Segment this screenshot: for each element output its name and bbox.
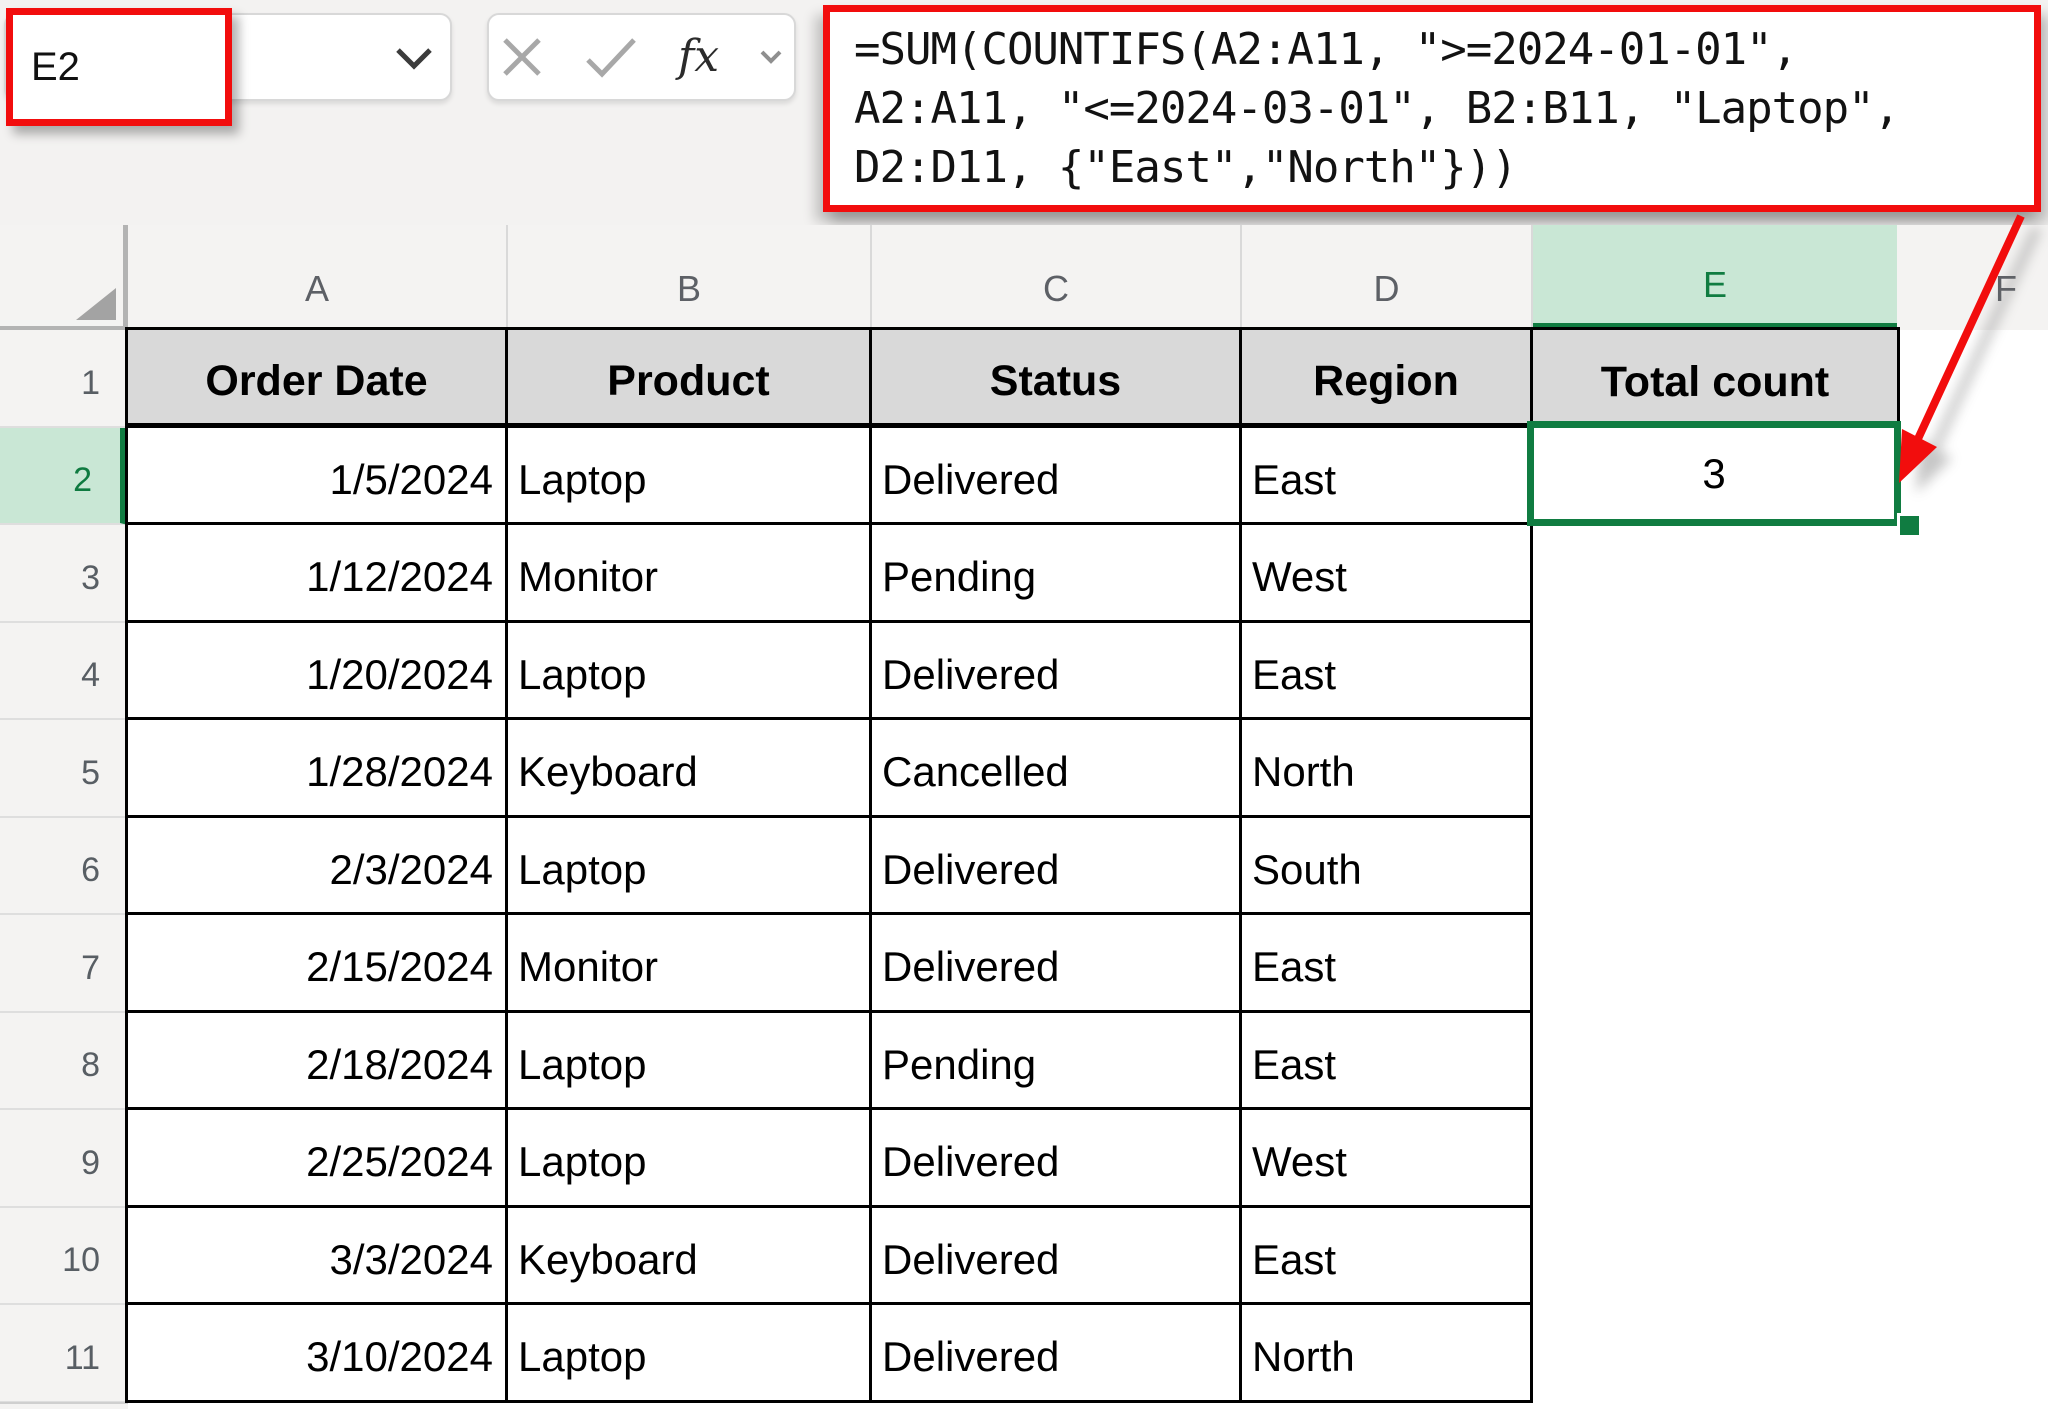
cell-D7[interactable]: East: [1242, 915, 1533, 1013]
cell-B7[interactable]: Monitor: [508, 915, 872, 1013]
chevron-down-icon[interactable]: [394, 46, 434, 72]
cell-A5[interactable]: 1/28/2024: [128, 720, 508, 818]
cell-B4[interactable]: Laptop: [508, 623, 872, 721]
cell-E2-selected[interactable]: 3: [1527, 421, 1901, 526]
column-header-B[interactable]: B: [508, 225, 872, 330]
spreadsheet-app: fx E2 =SUM(COUNTIFS(A2:A11, ">=2024-01-0…: [0, 0, 2048, 1409]
cell-C3[interactable]: Pending: [872, 525, 1242, 623]
cell-C6[interactable]: Delivered: [872, 818, 1242, 916]
formula-input[interactable]: =SUM(COUNTIFS(A2:A11, ">=2024-01-01", A2…: [830, 12, 2034, 197]
enter-check-icon[interactable]: [584, 36, 638, 78]
row-header-3[interactable]: 3: [0, 525, 128, 623]
cell-D10[interactable]: East: [1242, 1208, 1533, 1306]
cell-D11[interactable]: North: [1242, 1305, 1533, 1403]
cell-A2[interactable]: 1/5/2024: [128, 428, 508, 526]
cell-A7[interactable]: 2/15/2024: [128, 915, 508, 1013]
row-header-5[interactable]: 5: [0, 720, 128, 818]
cell-D9[interactable]: West: [1242, 1110, 1533, 1208]
column-header-A[interactable]: A: [128, 225, 508, 330]
row-header-7[interactable]: 7: [0, 915, 128, 1013]
row-header-10[interactable]: 10: [0, 1208, 128, 1305]
column-header-D[interactable]: D: [1242, 225, 1533, 330]
cell-D6[interactable]: South: [1242, 818, 1533, 916]
formula-bar-controls: fx: [487, 13, 796, 101]
row-header-8[interactable]: 8: [0, 1013, 128, 1110]
cell-A6[interactable]: 2/3/2024: [128, 818, 508, 916]
insert-function-button[interactable]: fx: [678, 35, 719, 79]
cell-B9[interactable]: Laptop: [508, 1110, 872, 1208]
cancel-icon[interactable]: [500, 35, 544, 79]
cell-A4[interactable]: 1/20/2024: [128, 623, 508, 721]
fx-label: fx: [678, 31, 719, 82]
cell-D4[interactable]: East: [1242, 623, 1533, 721]
row-header-1[interactable]: 1: [0, 330, 128, 428]
row-header-11[interactable]: 11: [0, 1305, 128, 1403]
row-header-4[interactable]: 4: [0, 623, 128, 720]
cell-A8[interactable]: 2/18/2024: [128, 1013, 508, 1111]
cell-B1[interactable]: Product: [508, 330, 872, 428]
row-header-12-sliver: [0, 1402, 128, 1409]
column-header-C[interactable]: C: [872, 225, 1242, 330]
select-all-triangle-icon: [76, 288, 116, 320]
cell-C8[interactable]: Pending: [872, 1013, 1242, 1111]
cell-B10[interactable]: Keyboard: [508, 1208, 872, 1306]
cell-D3[interactable]: West: [1242, 525, 1533, 623]
cell-C11[interactable]: Delivered: [872, 1305, 1242, 1403]
cell-D5[interactable]: North: [1242, 720, 1533, 818]
cell-E1[interactable]: Total count: [1530, 327, 1900, 430]
cell-B5[interactable]: Keyboard: [508, 720, 872, 818]
data-table: Order Date Product Status Region 1/5/202…: [125, 327, 1533, 1403]
column-header-E-selected[interactable]: E: [1533, 225, 1897, 330]
annotation-red-box-formula: =SUM(COUNTIFS(A2:A11, ">=2024-01-01", A2…: [823, 5, 2041, 212]
fill-handle[interactable]: [1897, 513, 1922, 538]
cell-D1[interactable]: Region: [1242, 330, 1533, 428]
cell-B3[interactable]: Monitor: [508, 525, 872, 623]
cell-D8[interactable]: East: [1242, 1013, 1533, 1111]
cell-C10[interactable]: Delivered: [872, 1208, 1242, 1306]
cell-D2[interactable]: East: [1242, 428, 1533, 526]
row-header-2-selected[interactable]: 2: [0, 428, 128, 525]
cell-A1[interactable]: Order Date: [128, 330, 508, 428]
cell-B8[interactable]: Laptop: [508, 1013, 872, 1111]
cell-B6[interactable]: Laptop: [508, 818, 872, 916]
cell-C5[interactable]: Cancelled: [872, 720, 1242, 818]
name-box-value[interactable]: E2: [13, 45, 80, 90]
cell-A9[interactable]: 2/25/2024: [128, 1110, 508, 1208]
cell-C4[interactable]: Delivered: [872, 623, 1242, 721]
row-header-6[interactable]: 6: [0, 818, 128, 915]
cell-A10[interactable]: 3/3/2024: [128, 1208, 508, 1306]
cell-C1[interactable]: Status: [872, 330, 1242, 428]
cell-B11[interactable]: Laptop: [508, 1305, 872, 1403]
cell-C9[interactable]: Delivered: [872, 1110, 1242, 1208]
fx-chevron-down-icon[interactable]: [759, 49, 783, 65]
annotation-red-box-namebox: E2: [6, 8, 232, 126]
cell-C7[interactable]: Delivered: [872, 915, 1242, 1013]
cell-B2[interactable]: Laptop: [508, 428, 872, 526]
select-all-corner[interactable]: [0, 225, 128, 330]
column-header-F[interactable]: F: [1897, 225, 2048, 330]
cell-C2[interactable]: Delivered: [872, 428, 1242, 526]
cell-A11[interactable]: 3/10/2024: [128, 1305, 508, 1403]
row-header-9[interactable]: 9: [0, 1110, 128, 1208]
cell-A3[interactable]: 1/12/2024: [128, 525, 508, 623]
